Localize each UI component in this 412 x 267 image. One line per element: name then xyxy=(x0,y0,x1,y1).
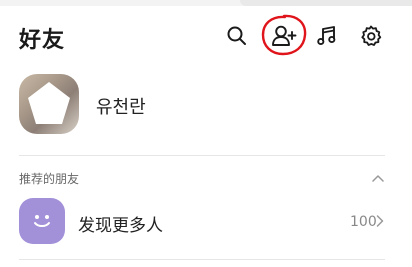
settings-button[interactable] xyxy=(355,20,387,52)
music-icon xyxy=(317,26,336,46)
recommended-section-header[interactable]: 推荐的朋友 xyxy=(0,168,412,188)
add-friend-icon xyxy=(272,25,297,46)
smile-face-icon xyxy=(34,215,50,227)
avatar[interactable] xyxy=(19,74,79,134)
discover-avatar xyxy=(19,198,65,244)
scroll-edge xyxy=(240,0,412,6)
my-profile-row[interactable]: 유천란 xyxy=(0,74,412,138)
divider xyxy=(19,155,385,156)
divider xyxy=(19,259,385,260)
music-button[interactable] xyxy=(311,20,343,52)
chevron-right-icon xyxy=(376,215,384,227)
page-title: 好友 xyxy=(19,28,66,53)
discover-label: 发现更多人 xyxy=(78,216,163,236)
gear-icon xyxy=(361,25,382,46)
search-button[interactable] xyxy=(221,20,253,52)
recommended-count: 100 xyxy=(350,214,377,230)
top-scroll-strip xyxy=(0,0,412,6)
section-title: 推荐的朋友 xyxy=(19,172,80,186)
friends-header: 好友 xyxy=(0,14,412,58)
collapse-button[interactable] xyxy=(368,168,388,188)
chevron-up-icon xyxy=(372,175,384,182)
add-friend-button[interactable] xyxy=(261,14,307,56)
discover-more-row[interactable]: 发现更多人 100 xyxy=(0,198,412,246)
profile-name: 유천란 xyxy=(96,97,146,118)
pentagon-avatar-shape xyxy=(28,82,70,124)
search-icon xyxy=(227,26,246,45)
